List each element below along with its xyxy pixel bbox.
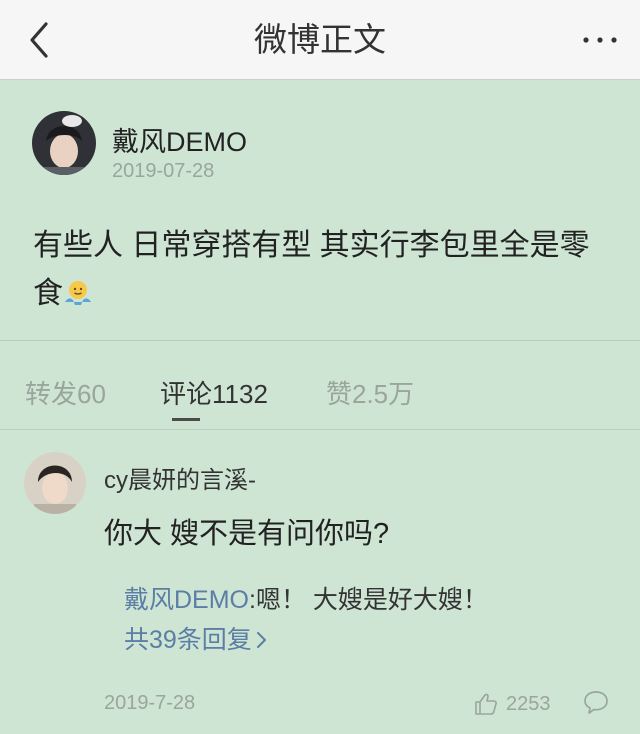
- comment-item: cy晨妍的言溪- 你大 嫂不是有问你吗? 戴风DEMO:嗯！ 大嫂是好大嫂！ 共…: [0, 430, 640, 734]
- view-replies-label: 共39条回复: [124, 626, 252, 654]
- chevron-left-icon: [30, 22, 48, 58]
- weibo-post: 戴风DEMO 2019-07-28 有些人 日常穿搭有型 其实行李包里全是零食: [0, 80, 640, 340]
- post-tabs: 转发60 评论1132 赞2.5万: [0, 341, 640, 429]
- back-button[interactable]: [22, 18, 62, 62]
- reply-button[interactable]: [582, 688, 610, 716]
- reply-separator: :: [249, 586, 256, 614]
- comment-bubble-icon: [584, 691, 608, 714]
- chevron-right-icon: [256, 632, 266, 648]
- like-button[interactable]: 2253: [474, 690, 551, 718]
- more-dots-icon: [583, 37, 617, 43]
- post-author-name[interactable]: 戴风DEMO: [112, 120, 247, 159]
- tab-likes[interactable]: 赞2.5万: [326, 374, 414, 411]
- post-text: 有些人 日常穿搭有型 其实行李包里全是零食: [33, 229, 590, 310]
- reply-line: 戴风DEMO:嗯！ 大嫂是好大嫂！: [124, 580, 624, 620]
- reply-text: 嗯！ 大嫂是好大嫂！: [255, 586, 488, 614]
- tab-comments[interactable]: 评论1132: [160, 374, 268, 411]
- tab-reposts[interactable]: 转发60: [25, 374, 106, 411]
- commenter-name[interactable]: cy晨妍的言溪-: [104, 460, 256, 495]
- post-text-block: 有些人 日常穿搭有型 其实行李包里全是零食: [33, 222, 613, 318]
- reply-preview[interactable]: 戴风DEMO:嗯！ 大嫂是好大嫂！ 共39条回复: [124, 580, 624, 660]
- active-tab-indicator: [172, 418, 200, 421]
- avatar-image: [24, 452, 86, 514]
- weibo-detail-page: 微博正文 戴风DEMO 2019-07-28 有些人 日常穿搭有型 其实行李包里…: [0, 0, 640, 734]
- author-avatar[interactable]: [32, 111, 96, 175]
- thumbs-up-icon: [475, 693, 497, 715]
- comment-date: 2019-7-28: [104, 692, 196, 714]
- navbar: 微博正文: [0, 0, 640, 80]
- comment-text: 你大 嫂不是有问你吗?: [104, 518, 390, 550]
- reply-author[interactable]: 戴风DEMO: [124, 586, 249, 614]
- post-date: 2019-07-28: [112, 160, 215, 182]
- view-replies-link[interactable]: 共39条回复: [124, 620, 268, 660]
- more-button[interactable]: [580, 20, 620, 60]
- page-title: 微博正文: [254, 21, 386, 58]
- avatar-image: [32, 111, 96, 175]
- like-count: 2253: [506, 692, 551, 715]
- shrug-emoji-icon: [65, 281, 91, 305]
- commenter-avatar[interactable]: [24, 452, 86, 514]
